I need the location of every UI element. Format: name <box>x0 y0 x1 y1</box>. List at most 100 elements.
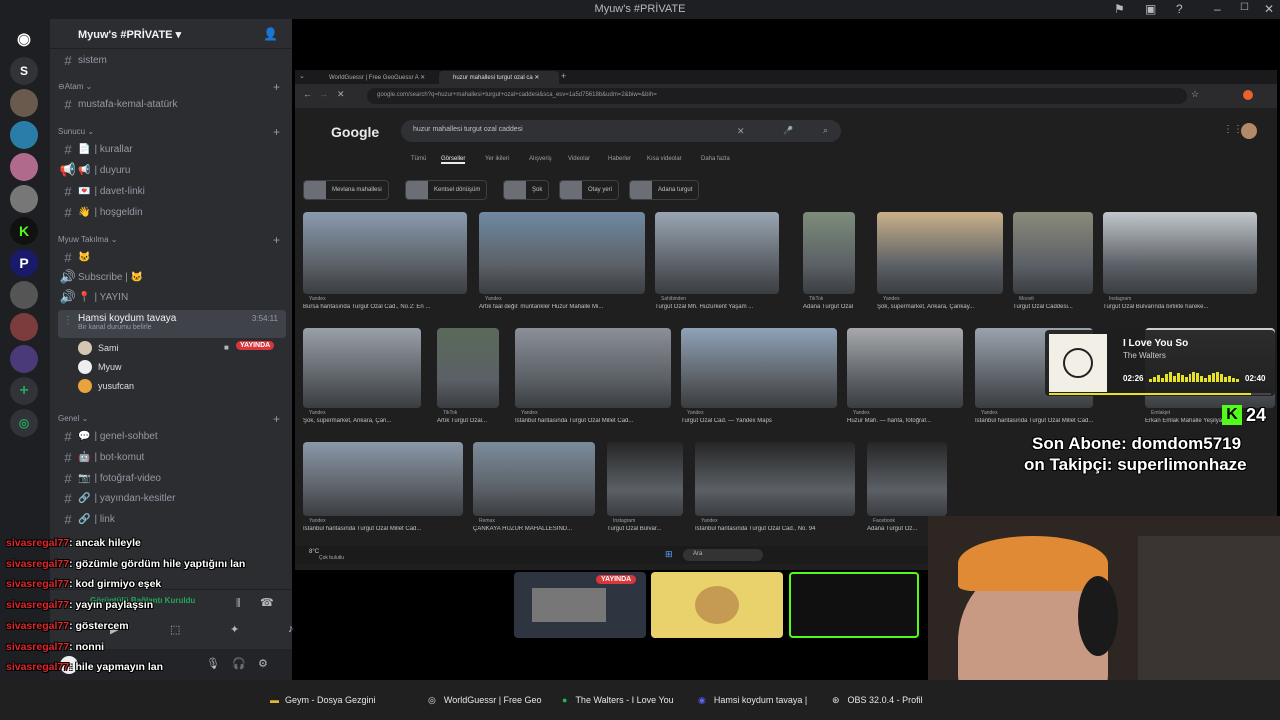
server-icon[interactable] <box>10 313 38 341</box>
channel-sistem[interactable]: # sistem <box>58 50 286 70</box>
related-chip[interactable]: Otay yeri <box>559 180 620 200</box>
result-source[interactable]: TikTok <box>443 410 457 416</box>
related-chip[interactable]: Adana turgut <box>629 180 700 200</box>
voice-user[interactable]: Myuw <box>78 358 122 376</box>
microphone-icon[interactable]: 🎙 <box>206 657 220 670</box>
close-icon[interactable]: ✕ <box>1264 2 1274 16</box>
image-result[interactable] <box>303 442 463 516</box>
result-caption[interactable]: Turgut Özal Cad. — Yandex Maps <box>681 418 837 424</box>
headphones-icon[interactable]: 🎧 <box>232 657 246 670</box>
url-input[interactable]: google.com/search?q=huzur+mahallesi+turg… <box>367 88 1187 104</box>
category-sunucu[interactable]: Sunucu ⌄ <box>58 127 94 136</box>
image-result[interactable] <box>437 328 499 408</box>
server-icon[interactable]: P <box>10 249 38 277</box>
image-result[interactable] <box>803 212 855 294</box>
result-caption[interactable]: Turgut Özal Mh. Huzurkent Yaşam ... <box>655 304 779 310</box>
server-icon[interactable] <box>10 153 38 181</box>
result-source[interactable]: Emlakjet <box>1151 410 1170 416</box>
result-source[interactable]: Yandex <box>981 410 998 416</box>
result-caption[interactable]: ÇANKAYA HUZUR MAHALLESİND... <box>473 526 595 532</box>
result-source[interactable]: Instagram <box>613 518 635 524</box>
image-result[interactable] <box>847 328 963 408</box>
kick-server-icon[interactable]: K <box>10 217 38 245</box>
window-preview[interactable] <box>651 572 783 638</box>
image-result[interactable] <box>515 328 671 408</box>
channel-duyuru[interactable]: 📢 📢 | duyuru <box>58 160 286 180</box>
channel-bot-komut[interactable]: # 🤖 | bot-komut <box>58 447 286 467</box>
new-tab-icon[interactable]: + <box>561 71 566 81</box>
result-source[interactable]: Yandex <box>853 410 870 416</box>
search-tab[interactable]: Alışveriş <box>529 156 552 162</box>
result-source[interactable]: Yandex <box>485 296 502 302</box>
search-tab[interactable]: Haberler <box>608 156 631 162</box>
result-caption[interactable]: İstanbul haritasında Turgut Özal Millet … <box>303 526 463 532</box>
noise-suppression-icon[interactable]: ⫼ <box>236 598 241 609</box>
tab-worldguessr[interactable]: WorldGuessr | Free GeoGuessr A ✕ <box>315 71 433 84</box>
image-result[interactable] <box>303 212 467 294</box>
related-chip[interactable]: Şok <box>503 180 550 200</box>
chat-username[interactable]: sivasregal77 <box>6 620 69 632</box>
tab-google[interactable]: huzur mahallesi turgut ozal ca ✕ <box>439 71 559 84</box>
result-caption[interactable]: Huzur Mah. — harita, fotoğraf... <box>847 418 963 424</box>
result-caption[interactable]: İstanbul haritasında Turgut Özal Cad., N… <box>695 526 855 532</box>
inbox-icon[interactable]: ⚑ <box>1114 2 1125 16</box>
channel-subscribe[interactable]: 🔊 Subscribe | 🐱 <box>58 267 286 287</box>
server-icon[interactable] <box>10 185 38 213</box>
server-icon[interactable] <box>10 121 38 149</box>
result-source[interactable]: Yandex <box>883 296 900 302</box>
channel-kurallar[interactable]: # 📄 | kurallar <box>58 139 286 159</box>
result-caption[interactable]: Şok, süpermarket, Ankara, Çan... <box>303 418 421 424</box>
add-channel-icon[interactable]: + <box>273 80 280 94</box>
back-icon[interactable]: ← <box>303 89 312 99</box>
voice-search-icon[interactable]: 🎤 <box>783 126 793 135</box>
channel-genel-sohbet[interactable]: # 💬 | genel-sohbet <box>58 426 286 446</box>
result-source[interactable]: Sahibinden <box>661 296 686 302</box>
chat-username[interactable]: sivasregal77 <box>6 661 69 673</box>
result-source[interactable]: Facebook <box>873 518 895 524</box>
channel-fotograf-video[interactable]: # 📷 | fotoğraf-video <box>58 468 286 488</box>
result-source[interactable]: Remax <box>479 518 495 524</box>
search-icon[interactable]: ⌕ <box>823 125 828 136</box>
maximize-icon[interactable]: ☐ <box>1240 2 1249 13</box>
image-result[interactable] <box>607 442 683 516</box>
image-result[interactable] <box>1103 212 1257 294</box>
extension-icon[interactable] <box>1243 90 1253 100</box>
category-atam[interactable]: ⊖Atam ⌄ <box>58 82 92 91</box>
apps-grid-icon[interactable]: ⋮⋮ <box>1223 124 1243 135</box>
taskbar-spotify[interactable]: ● The Walters - I Love You <box>562 680 674 720</box>
windows-start-icon[interactable]: ⊞ <box>665 549 673 560</box>
google-logo[interactable]: Google <box>331 124 379 140</box>
settings-icon[interactable]: ⚙ <box>258 657 268 670</box>
result-source[interactable]: Moovit <box>1019 296 1034 302</box>
result-caption[interactable]: İstanbul haritasında Turgut Özal Millet … <box>515 418 671 424</box>
result-caption[interactable]: Artık faal değil: muntarikler Huzur Maha… <box>479 304 645 310</box>
voice-channel-status[interactable]: Bir kanal durumu belirle <box>78 324 176 331</box>
chat-username[interactable]: sivasregal77 <box>6 558 69 570</box>
image-result[interactable] <box>473 442 595 516</box>
server-icon[interactable] <box>10 89 38 117</box>
result-source[interactable]: Yandex <box>309 518 326 524</box>
taskbar-explorer[interactable]: ▬ Geym - Dosya Gezgini <box>270 680 376 720</box>
result-source[interactable]: Yandex <box>309 410 326 416</box>
taskbar-obs[interactable]: ⊛ OBS 32.0.4 - Profil <box>832 680 923 720</box>
search-tab[interactable]: Tümü <box>411 156 426 162</box>
search-tab[interactable]: Daha fazla <box>701 156 730 162</box>
result-caption[interactable]: İstanbul haritasında Turgut Özal Millet … <box>975 418 1093 424</box>
taskbar-discord[interactable]: ◉ Hamsi koydum tavaya | <box>698 680 807 720</box>
explore-icon[interactable]: ◎ <box>10 409 38 437</box>
window-preview[interactable] <box>789 572 919 638</box>
search-tab[interactable]: Kısa videolar <box>647 156 682 162</box>
chat-username[interactable]: sivasregal77 <box>6 599 69 611</box>
window-preview[interactable]: YAYINDA <box>514 572 646 638</box>
result-caption[interactable]: Adana Turgut Özal ... <box>803 304 855 310</box>
voice-channel-active[interactable]: ⫶ Hamsi koydum tavaya Bir kanal durumu b… <box>58 310 286 338</box>
search-tab[interactable]: Görseller <box>441 156 466 164</box>
forward-icon[interactable]: → <box>319 89 328 99</box>
channel-cat[interactable]: # 🐱 <box>58 247 286 267</box>
image-result[interactable] <box>867 442 947 516</box>
server-icon[interactable] <box>10 281 38 309</box>
voice-user[interactable]: yusufcan <box>78 377 134 395</box>
result-caption[interactable]: Şok, süpermarket, Ankara, Çankay... <box>877 304 1003 310</box>
image-result[interactable] <box>681 328 837 408</box>
chat-username[interactable]: sivasregal77 <box>6 578 69 590</box>
